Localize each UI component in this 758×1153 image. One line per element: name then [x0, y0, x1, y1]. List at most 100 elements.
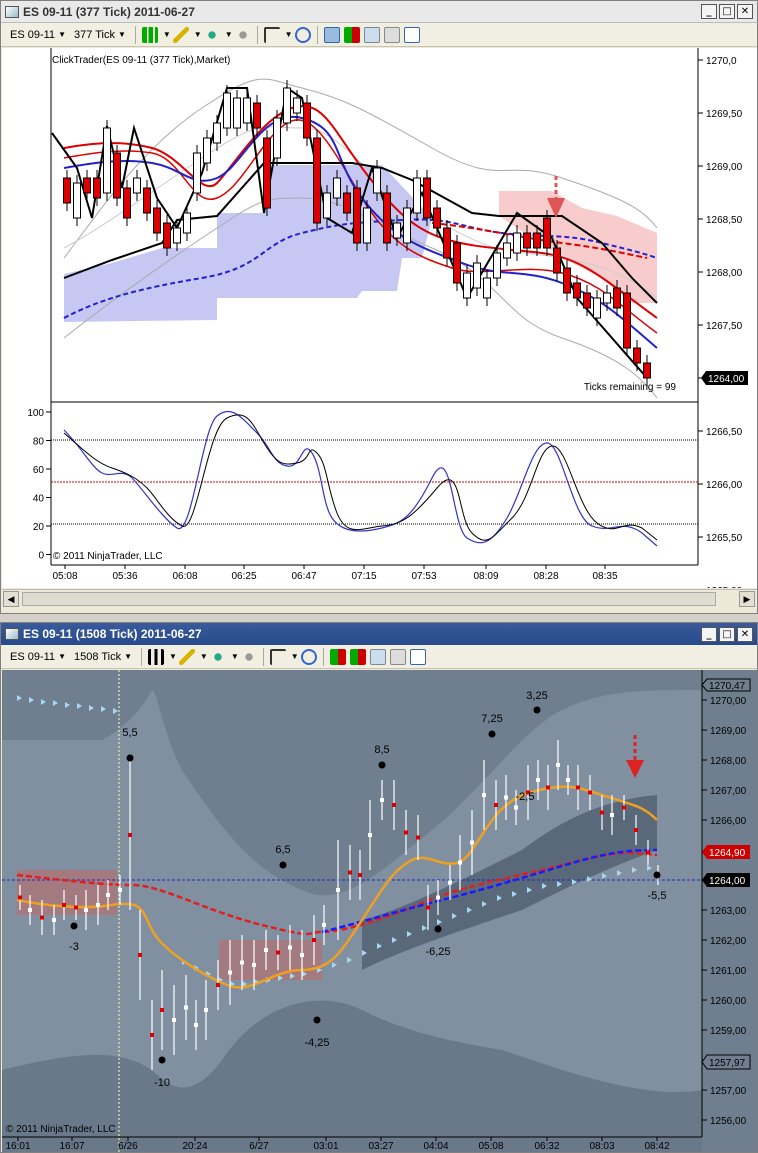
bar-close — [368, 833, 372, 837]
bar-close — [416, 835, 420, 840]
price-tick-label: 1268,00 — [710, 756, 747, 767]
swing-point-icon — [533, 706, 541, 714]
price-tick-label: 1263,00 — [710, 906, 747, 917]
window-titlebar[interactable]: ES 09-11 (1508 Tick) 2011-06-27 _ □ ✕ — [1, 623, 757, 645]
maximize-icon[interactable]: □ — [719, 626, 735, 642]
chart-window-1508-tick: ES 09-11 (1508 Tick) 2011-06-27 _ □ ✕ ES… — [0, 622, 758, 1153]
bar-close — [264, 948, 268, 952]
maximize-icon[interactable]: □ — [719, 4, 735, 19]
chevron-down-icon[interactable]: ▼ — [194, 30, 202, 39]
time-tick-label: 05:08 — [52, 571, 77, 582]
chevron-down-icon[interactable]: ▼ — [225, 30, 233, 39]
price-tick-label: 1262,00 — [710, 936, 747, 947]
chevron-down-icon[interactable]: ▼ — [291, 652, 299, 661]
close-icon[interactable]: ✕ — [737, 4, 753, 19]
time-tick-label: 03:01 — [313, 1141, 338, 1152]
price-chart-panel[interactable]: 1270,0 1269,50 1269,00 1268,50 1268,00 1267,5… — [2, 48, 757, 588]
window-titlebar[interactable]: ES 09-11 (377 Tick) 2011-06-27 _ □ ✕ — [1, 1, 757, 23]
strategies-icon[interactable] — [369, 648, 386, 665]
horizontal-scrollbar[interactable]: ◀ ▶ — [2, 589, 757, 607]
chevron-down-icon[interactable]: ▼ — [231, 652, 239, 661]
candle-body — [333, 177, 341, 199]
period-selector[interactable]: 1508 Tick ▼ — [71, 647, 135, 667]
minimize-icon[interactable]: _ — [701, 4, 717, 19]
candle-body — [233, 97, 241, 129]
chevron-down-icon[interactable]: ▼ — [285, 30, 293, 39]
candle-body — [283, 87, 291, 124]
chevron-down-icon[interactable]: ▼ — [169, 652, 177, 661]
chevron-down-icon[interactable]: ▼ — [163, 30, 171, 39]
period-label: 377 Tick — [73, 28, 115, 41]
time-tick-label: 05:08 — [478, 1141, 503, 1152]
pointer-icon[interactable] — [263, 26, 280, 43]
candle-body — [453, 242, 461, 284]
chart-toolbar: ES 09-11 ▼ 377 Tick ▼ ▼ ▼ ▼ ▼ — [1, 23, 757, 47]
candle-body — [503, 242, 511, 259]
link-icon[interactable] — [240, 648, 257, 665]
bar-close — [172, 1018, 176, 1022]
time-tick-label: 05:36 — [112, 571, 137, 582]
crosshair-icon[interactable] — [209, 648, 226, 665]
instrument-selector[interactable]: ES 09-11 ▼ — [7, 25, 69, 45]
candle-body — [133, 177, 141, 194]
candle-body — [353, 187, 361, 244]
bar-type-icon[interactable] — [148, 648, 164, 665]
toolbar-divider — [262, 647, 264, 666]
bar-close — [28, 908, 32, 912]
candle-body — [73, 182, 81, 219]
pencil-icon[interactable] — [172, 26, 189, 43]
candle-body — [533, 232, 541, 249]
chart-trader-icon[interactable] — [329, 648, 346, 665]
scroll-left-icon[interactable]: ◀ — [3, 591, 19, 607]
candle-body — [433, 207, 441, 229]
chevron-down-icon[interactable]: ▼ — [200, 652, 208, 661]
indicators-icon[interactable] — [349, 648, 366, 665]
crosshair-icon[interactable] — [203, 26, 220, 43]
price-chart-panel-2[interactable]: 1270,00 1269,00 1268,00 1267,00 1266,00 1263,… — [2, 670, 757, 1152]
price-tick-label: 1269,00 — [706, 162, 743, 173]
toolbar-divider — [322, 647, 324, 666]
instrument-label: ES 09-11 — [10, 650, 56, 663]
copyright-label: © 2011 NinjaTrader, LLC — [53, 551, 163, 562]
link-icon[interactable] — [234, 26, 251, 43]
price-tick-label: 1266,00 — [706, 480, 743, 491]
bar-close — [150, 1033, 154, 1037]
strategies-icon[interactable] — [363, 26, 380, 43]
scroll-thumb[interactable] — [22, 592, 716, 606]
window-title: ES 09-11 (377 Tick) 2011-06-27 — [23, 4, 195, 19]
minimize-icon[interactable]: _ — [701, 626, 717, 642]
bar-close — [426, 905, 430, 910]
pointer-icon[interactable] — [269, 648, 286, 665]
close-icon[interactable]: ✕ — [737, 626, 753, 642]
time-tick-label: 04:04 — [423, 1141, 448, 1152]
zoom-icon[interactable] — [294, 26, 311, 43]
oscillator-tick-label: 20 — [33, 522, 45, 533]
instrument-selector[interactable]: ES 09-11 ▼ — [7, 647, 69, 667]
bar-close — [300, 953, 304, 957]
bar-close — [228, 970, 232, 975]
indicators-icon[interactable] — [343, 26, 360, 43]
scroll-right-icon[interactable]: ▶ — [739, 591, 755, 607]
bar-type-icon[interactable] — [141, 26, 158, 43]
data-box-icon[interactable] — [383, 26, 400, 43]
price-tick-label: 1265,00 — [706, 586, 743, 588]
oscillator-tick-label: 80 — [33, 437, 45, 448]
toolbar-divider — [256, 25, 258, 44]
candle-body — [183, 212, 191, 234]
candle-body — [573, 282, 581, 299]
properties-icon[interactable] — [409, 648, 426, 665]
properties-icon[interactable] — [403, 26, 420, 43]
candle-body — [253, 102, 261, 129]
pencil-icon[interactable] — [178, 648, 195, 665]
period-selector[interactable]: 377 Tick ▼ — [71, 25, 129, 45]
candle-body — [473, 262, 481, 289]
price-tick-label: 1257,00 — [710, 1086, 747, 1097]
candle-body — [583, 292, 591, 309]
chart-trader-icon[interactable] — [323, 26, 340, 43]
bar-close — [448, 880, 452, 885]
data-box-icon[interactable] — [389, 648, 406, 665]
high-price-label: 1270,47 — [709, 681, 746, 692]
instrument-label: ES 09-11 — [10, 28, 56, 41]
zoom-icon[interactable] — [300, 648, 317, 665]
oscillator-tick-label: 100 — [27, 408, 44, 419]
